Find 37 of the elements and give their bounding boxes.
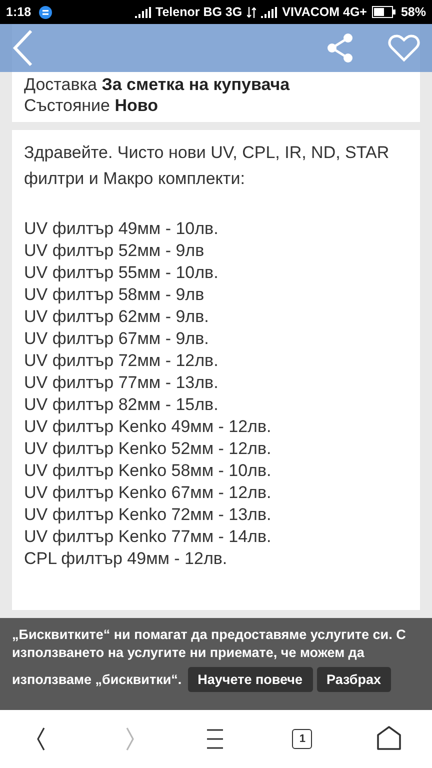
cookie-message: използваме „бисквитки“. (12, 670, 182, 688)
price-line: UV филтър 55мм - 10лв. (24, 262, 220, 284)
data-transfer-icon (247, 6, 256, 18)
price-line: UV филтър Kenko 49мм - 12лв. (24, 416, 272, 438)
home-icon[interactable] (376, 725, 401, 753)
detail-line: Състояние Ново (24, 95, 160, 116)
price-line: UV филтър Kenko 52мм - 12лв. (24, 438, 272, 460)
cookie-button[interactable]: Научете повече (188, 667, 312, 692)
price-line: UV филтър 77мм - 13лв. (24, 372, 220, 394)
price-line: CPL филтър 49мм - 12лв. (24, 548, 228, 570)
price-line: UV филтър Kenko 72мм - 13лв. (24, 504, 272, 526)
cookie-button[interactable]: Разбрах (316, 667, 391, 692)
heart-icon[interactable] (388, 34, 420, 62)
carrier-label: Telenor BG 3G (156, 5, 242, 19)
tabs-button[interactable]: 1 (292, 729, 312, 749)
battery-icon (372, 6, 396, 18)
price-line: UV филтър 62мм - 9лв. (24, 306, 210, 328)
clock: 1:18 (6, 5, 32, 19)
signal-icon (261, 6, 278, 18)
price-line: UV филтър Kenko 58мм - 10лв. (24, 460, 272, 482)
price-line: UV филтър Kenko 67мм - 12лв. (24, 482, 272, 504)
share-icon[interactable] (326, 33, 354, 63)
detail-line: Доставка За сметка на купувача (24, 74, 291, 95)
description-intro: Здравейте. Чисто нови UV, CPL, IR, ND, STAR филтри и Макро комплекти: (24, 142, 390, 190)
price-line: UV филтър 72мм - 12лв. (24, 350, 220, 372)
price-line: UV филтър 67мм - 9лв. (24, 328, 210, 350)
carrier-label: VIVACOM 4G+ (282, 5, 367, 19)
signal-icon (134, 6, 151, 18)
price-line: UV филтър 49мм - 10лв. (24, 218, 220, 240)
cookie-message: „Бисквитките“ ни помагат да предоставяме услугите си. С използването на услугите ни приемате, че можем да (12, 626, 407, 662)
back-icon[interactable] (12, 29, 34, 67)
price-line: UV филтър Kenko 77мм - 14лв. (24, 526, 272, 548)
price-line: UV филтър 52мм - 9лв (24, 240, 206, 262)
app-notification-icon (39, 6, 52, 18)
battery-percentage: 58% (400, 5, 426, 19)
price-line: UV филтър 82мм - 15лв. (24, 394, 220, 416)
price-line: UV филтър 58мм - 9лв (24, 284, 206, 306)
